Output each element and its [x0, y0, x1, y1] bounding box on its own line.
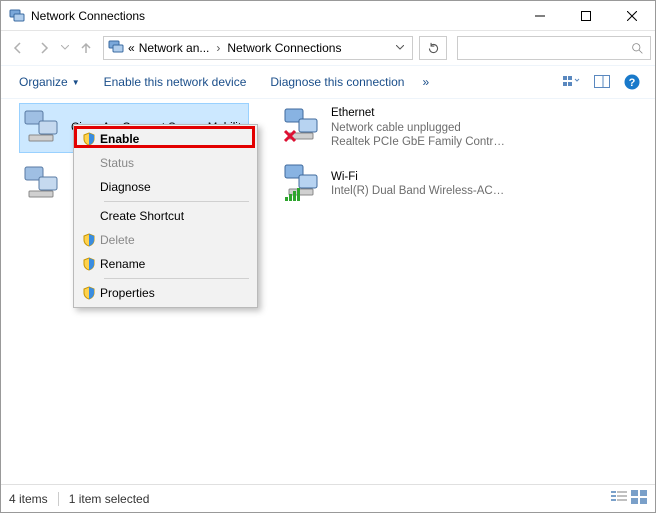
- adapter-wifi[interactable]: Wi-Fi Intel(R) Dual Band Wireless-AC 31.…: [279, 159, 509, 209]
- selection-count: 1 item selected: [69, 492, 150, 506]
- close-button[interactable]: [609, 1, 655, 31]
- item-count: 4 items: [9, 492, 48, 506]
- toolbar-overflow[interactable]: »: [420, 71, 431, 93]
- menu-label: Status: [100, 156, 247, 170]
- adapter-name: Ethernet: [331, 106, 507, 120]
- menu-label: Delete: [100, 233, 247, 247]
- menu-create-shortcut[interactable]: Create Shortcut: [76, 204, 255, 228]
- view-options-button[interactable]: [559, 71, 585, 93]
- adapter-device: Realtek PCIe GbE Family Controller: [331, 135, 507, 149]
- adapter-status: Network cable unplugged: [331, 121, 507, 135]
- breadcrumb-level2[interactable]: Network Connections: [225, 41, 343, 55]
- shield-icon: [78, 132, 100, 146]
- title-bar: Network Connections: [1, 1, 655, 31]
- preview-pane-button[interactable]: [589, 71, 615, 93]
- menu-status: Status: [76, 151, 255, 175]
- address-dropdown[interactable]: [390, 45, 410, 51]
- toolbar: Organize ▼ Enable this network device Di…: [1, 65, 655, 99]
- large-icons-view-button[interactable]: [631, 490, 647, 507]
- details-view-button[interactable]: [611, 490, 627, 507]
- menu-rename[interactable]: Rename: [76, 252, 255, 276]
- adapter-device: Intel(R) Dual Band Wireless-AC 31...: [331, 184, 507, 198]
- minimize-button[interactable]: [517, 1, 563, 31]
- status-divider: [58, 492, 59, 506]
- adapter-icon: [21, 161, 65, 205]
- adapter-icon: [21, 105, 65, 149]
- adapter-icon: [281, 105, 325, 149]
- menu-label: Properties: [100, 286, 247, 300]
- shield-icon: [78, 286, 100, 300]
- menu-separator: [104, 278, 249, 279]
- help-button[interactable]: ?: [619, 71, 645, 93]
- breadcrumb-level1[interactable]: Network an...: [137, 41, 212, 55]
- organize-label: Organize: [19, 75, 68, 89]
- context-menu: Enable Status Diagnose Create Shortcut D…: [73, 124, 258, 308]
- shield-icon: [78, 257, 100, 271]
- maximize-button[interactable]: [563, 1, 609, 31]
- menu-label: Create Shortcut: [100, 209, 247, 223]
- menu-diagnose[interactable]: Diagnose: [76, 175, 255, 199]
- menu-delete: Delete: [76, 228, 255, 252]
- nav-row: « Network an... › Network Connections: [1, 31, 655, 65]
- enable-device-button[interactable]: Enable this network device: [96, 71, 255, 93]
- search-box[interactable]: [457, 36, 651, 60]
- organize-menu[interactable]: Organize ▼: [11, 71, 88, 93]
- up-button[interactable]: [73, 35, 99, 61]
- chevron-right-icon[interactable]: ›: [211, 41, 225, 55]
- breadcrumb-prefix[interactable]: «: [126, 41, 137, 55]
- search-icon: [631, 42, 644, 55]
- chevron-down-icon: ▼: [72, 78, 80, 87]
- adapter-ethernet[interactable]: Ethernet Network cable unplugged Realtek…: [279, 103, 509, 153]
- window-title: Network Connections: [31, 9, 517, 23]
- menu-properties[interactable]: Properties: [76, 281, 255, 305]
- history-dropdown[interactable]: [57, 35, 73, 61]
- shield-icon: [78, 233, 100, 247]
- back-button[interactable]: [5, 35, 31, 61]
- diagnose-connection-button[interactable]: Diagnose this connection: [262, 71, 412, 93]
- diagnose-label: Diagnose this connection: [270, 75, 404, 89]
- menu-enable[interactable]: Enable: [76, 127, 255, 151]
- adapter-icon: [281, 161, 325, 205]
- menu-label: Diagnose: [100, 180, 247, 194]
- app-icon: [9, 8, 25, 24]
- forward-button[interactable]: [31, 35, 57, 61]
- adapter-name: Wi-Fi: [331, 170, 507, 184]
- refresh-button[interactable]: [419, 36, 447, 60]
- enable-device-label: Enable this network device: [104, 75, 247, 89]
- menu-label: Enable: [100, 132, 247, 146]
- menu-separator: [104, 201, 249, 202]
- menu-label: Rename: [100, 257, 247, 271]
- status-bar: 4 items 1 item selected: [1, 484, 655, 512]
- address-bar[interactable]: « Network an... › Network Connections: [103, 36, 413, 60]
- svg-text:?: ?: [629, 77, 636, 89]
- address-icon: [108, 39, 124, 58]
